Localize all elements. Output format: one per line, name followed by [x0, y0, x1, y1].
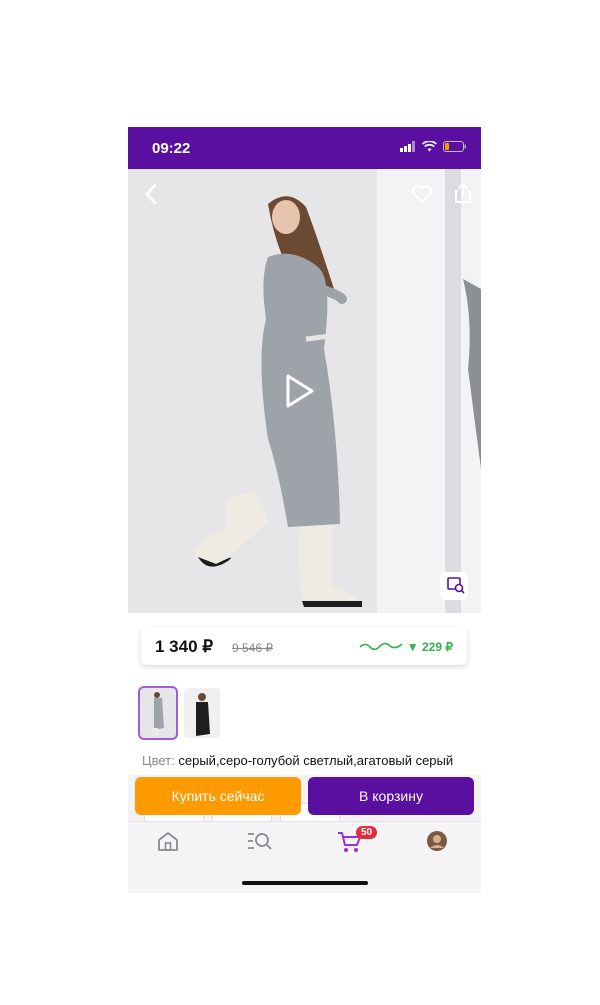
image-search-icon [447, 576, 465, 594]
heart-icon [412, 185, 432, 203]
current-price: 1 340 ₽ [155, 637, 214, 656]
profile-icon [427, 831, 447, 851]
color-value: серый,серо-голубой светлый,агатовый серы… [178, 753, 454, 768]
image-search-button[interactable] [440, 572, 468, 600]
home-icon [158, 832, 178, 851]
color-info: Цвет: серый,серо-голубой светлый,агатовы… [142, 753, 453, 768]
back-button[interactable] [138, 181, 162, 209]
price-card[interactable]: 1 340 ₽ 9 546 ₽ ▼ 229 ₽ [141, 627, 467, 665]
thumbnail-strip [138, 686, 220, 740]
cart-count-badge: 50 [356, 826, 378, 839]
add-to-cart-button[interactable]: В корзину [308, 777, 474, 815]
catalog-search-icon [248, 833, 272, 850]
back-icon [145, 183, 157, 204]
status-icons [400, 141, 467, 152]
tab-catalog[interactable] [246, 830, 286, 860]
play-icon [286, 374, 314, 408]
buy-now-button[interactable]: Купить сейчас [135, 777, 301, 815]
product-photo[interactable] [128, 169, 481, 613]
favorite-button[interactable] [405, 183, 432, 207]
price-trend-icon [359, 642, 403, 651]
thumbnail-grey-dress[interactable] [138, 686, 178, 740]
tab-home[interactable] [156, 830, 196, 860]
wifi-icon [422, 141, 437, 152]
battery-icon [443, 141, 466, 152]
old-price: 9 546 ₽ [232, 641, 273, 655]
thumbnail-black-dress[interactable] [184, 688, 220, 738]
price-drop: ▼ 229 ₽ [406, 640, 453, 654]
play-video-button[interactable] [278, 372, 314, 412]
status-time: 09:22 [152, 140, 191, 157]
share-button[interactable] [448, 181, 472, 207]
tab-profile[interactable] [426, 830, 466, 860]
home-indicator [242, 881, 368, 885]
color-label: Цвет: [142, 753, 175, 768]
share-icon [455, 182, 471, 203]
status-bar: 09:22 [128, 127, 481, 169]
phone-screen: 09:22 1 340 ₽ 9 546 ₽ ▼ 229 ₽ Цвет: серы… [128, 127, 481, 893]
signal-icon [400, 141, 415, 152]
